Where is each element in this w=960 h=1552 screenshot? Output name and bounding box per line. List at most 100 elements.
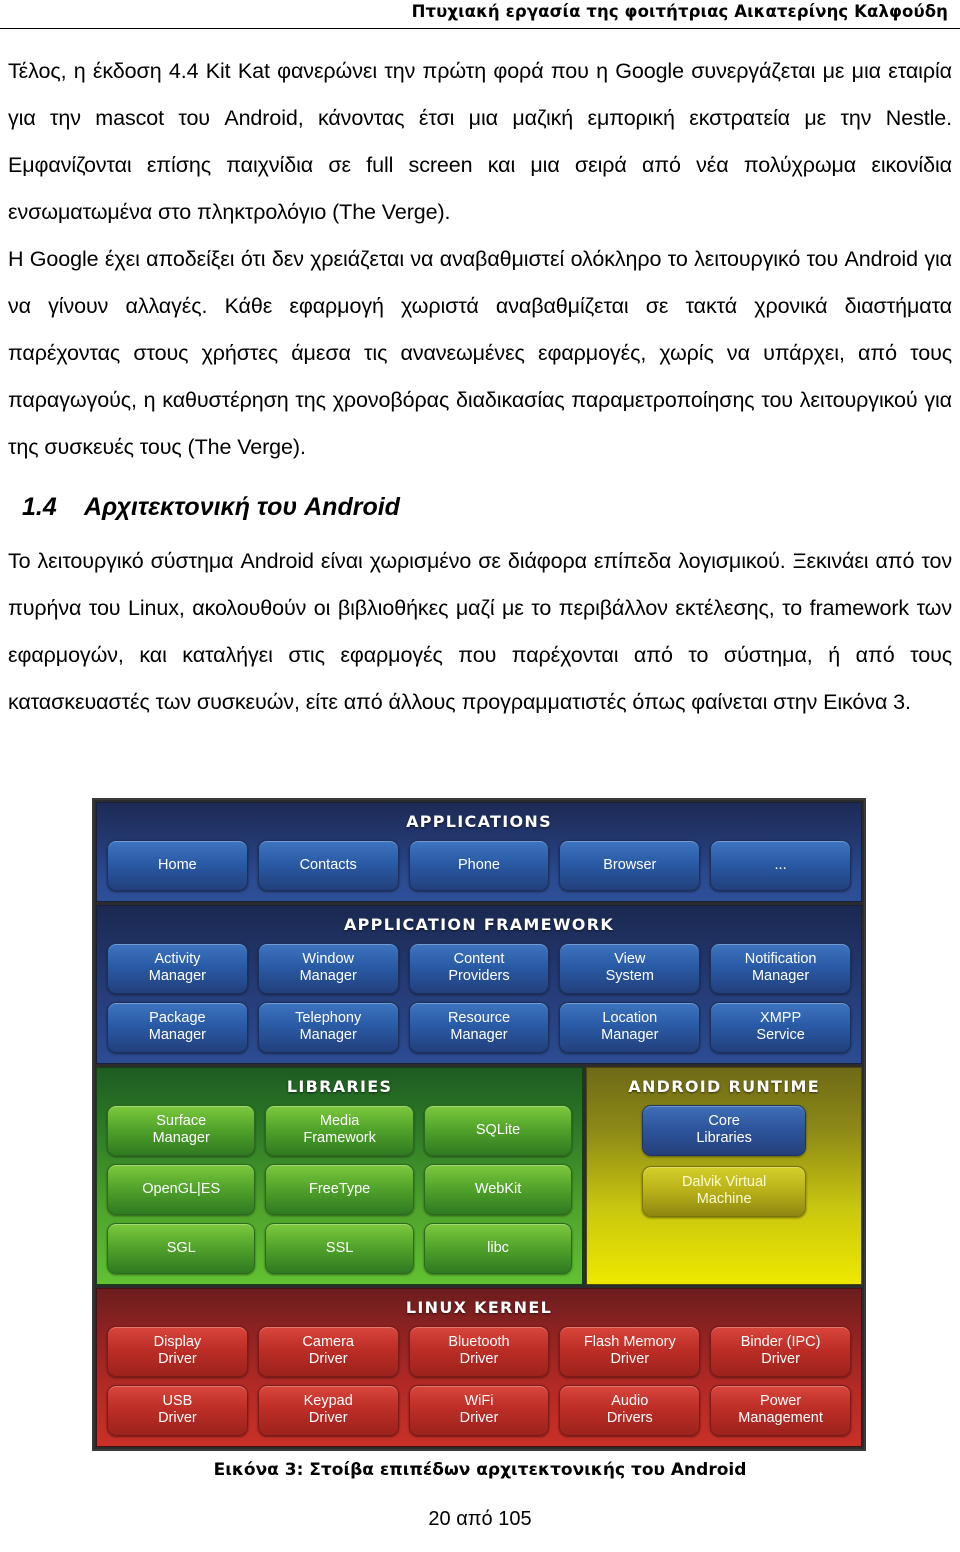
framework-resource-manager-line2: Manager bbox=[450, 1027, 508, 1043]
framework-resource-manager: Resource Manager bbox=[408, 1002, 550, 1053]
layer-title-applications: Applications bbox=[406, 812, 552, 831]
kernel-usb-driver-line1: USB bbox=[162, 1393, 193, 1409]
kernel-power-management-line1: Power bbox=[760, 1393, 802, 1409]
middle-band: Libraries Surface Manager Media Framewor… bbox=[96, 1067, 862, 1285]
page-footer: 20 από 105 bbox=[428, 1508, 532, 1530]
framework-window-manager-line2: Manager bbox=[299, 968, 357, 984]
body-content: Τέλος, η έκδοση 4.4 Kit Kat φανερώνει τη… bbox=[8, 48, 952, 726]
kernel-binder-ipc-driver-line1: Binder (IPC) bbox=[740, 1334, 821, 1350]
applications-row: Home Contacts Phone Browser ... bbox=[107, 840, 851, 891]
kernel-flash-memory-driver: Flash Memory Driver bbox=[559, 1326, 701, 1377]
kernel-power-management-line2: Management bbox=[738, 1410, 823, 1426]
running-header: Πτυχιακή εργασία της φοιτήτριας Αικατερί… bbox=[411, 2, 948, 21]
paragraph-google-updates: Η Google έχει αποδείξει ότι δεν χρειάζετ… bbox=[8, 247, 952, 459]
kernel-keypad-driver: Keypad Driver bbox=[257, 1385, 399, 1436]
kernel-binder-ipc-driver-line2: Driver bbox=[761, 1351, 800, 1367]
figure-caption: Εικόνα 3: Στοίβα επιπέδων αρχιτεκτονικής… bbox=[213, 1460, 747, 1480]
runtime-dalvik-vm-line2: Machine bbox=[696, 1191, 752, 1207]
kernel-power-management: Power Management bbox=[710, 1385, 851, 1436]
library-surface-manager-line2: Manager bbox=[152, 1130, 210, 1146]
app-more-label: ... bbox=[774, 856, 787, 873]
library-ssl: SSL bbox=[265, 1223, 414, 1274]
library-sqlite: SQLite bbox=[423, 1105, 573, 1156]
layer-title-linux-kernel: Linux Kernel bbox=[405, 1298, 553, 1317]
framework-window-manager: Window Manager bbox=[257, 943, 399, 994]
layer-application-framework: Application Framework Activity Manager W… bbox=[96, 905, 862, 1064]
kernel-keypad-driver-line2: Driver bbox=[308, 1410, 348, 1426]
app-contacts-label: Contacts bbox=[299, 856, 357, 873]
framework-location-manager-line2: Manager bbox=[601, 1027, 659, 1043]
framework-telephony-manager-line1: Telephony bbox=[295, 1010, 362, 1026]
library-webkit-label: WebKit bbox=[474, 1180, 522, 1197]
framework-xmpp-service-line1: XMPP bbox=[760, 1010, 802, 1026]
library-webkit: WebKit bbox=[423, 1164, 573, 1215]
framework-notification-manager-line2: Manager bbox=[751, 968, 810, 984]
section-title: Αρχιτεκτονική του Android bbox=[84, 493, 400, 521]
runtime-core-libraries: Core Libraries bbox=[642, 1105, 806, 1156]
layer-libraries: Libraries Surface Manager Media Framewor… bbox=[96, 1067, 584, 1285]
framework-telephony-manager: Telephony Manager bbox=[257, 1002, 399, 1053]
layer-title-libraries: Libraries bbox=[286, 1077, 393, 1096]
kernel-wifi-driver: WiFi Driver bbox=[408, 1385, 550, 1436]
framework-content-providers: Content Providers bbox=[408, 943, 550, 994]
library-media-framework: Media Framework bbox=[265, 1105, 414, 1156]
section-heading: 1.4 Αρχιτεκτονική του Android bbox=[22, 493, 952, 522]
framework-xmpp-service: XMPP Service bbox=[710, 1002, 851, 1053]
kernel-display-driver: Display Driver bbox=[107, 1326, 248, 1377]
kernel-camera-driver: Camera Driver bbox=[257, 1326, 399, 1377]
section-heading-wrapper: 1.4 Αρχιτεκτονική του Android bbox=[8, 471, 952, 538]
kernel-display-driver-line1: Display bbox=[153, 1334, 202, 1350]
app-more: ... bbox=[710, 840, 851, 891]
android-architecture-figure: Applications Home Contacts Phone Browser… bbox=[92, 798, 866, 1451]
app-browser: Browser bbox=[559, 840, 701, 891]
framework-package-manager-line2: Manager bbox=[148, 1027, 207, 1043]
framework-activity-manager: Activity Manager bbox=[107, 943, 248, 994]
library-media-framework-line2: Framework bbox=[303, 1130, 376, 1146]
kernel-audio-drivers-line2: Drivers bbox=[606, 1410, 653, 1426]
kernel-row-1: Display Driver Camera Driver Bluetooth D… bbox=[107, 1326, 851, 1377]
framework-row-1: Activity Manager Window Manager Content … bbox=[107, 943, 851, 994]
kernel-flash-memory-driver-line1: Flash Memory bbox=[583, 1334, 676, 1350]
kernel-usb-driver: USB Driver bbox=[107, 1385, 248, 1436]
paragraph-architecture: Το λειτουργικό σύστημα Android είναι χωρ… bbox=[8, 549, 952, 714]
framework-view-system-line2: System bbox=[605, 968, 654, 984]
framework-activity-manager-line1: Activity bbox=[154, 951, 201, 967]
layer-title-android-runtime: Android Runtime bbox=[628, 1077, 820, 1096]
app-home: Home bbox=[107, 840, 248, 891]
section-number: 1.4 bbox=[22, 493, 57, 521]
library-opengles-label: OpenGL|ES bbox=[142, 1180, 221, 1197]
runtime-dalvik-vm-line1: Dalvik Virtual bbox=[681, 1174, 767, 1190]
kernel-bluetooth-driver: Bluetooth Driver bbox=[408, 1326, 550, 1377]
kernel-audio-drivers: Audio Drivers bbox=[559, 1385, 701, 1436]
library-surface-manager: Surface Manager bbox=[107, 1105, 256, 1156]
library-libc-label: libc bbox=[487, 1239, 509, 1256]
libraries-row-2: OpenGL|ES FreeType WebKit bbox=[107, 1164, 573, 1215]
library-sgl: SGL bbox=[107, 1223, 256, 1274]
kernel-display-driver-line2: Driver bbox=[158, 1351, 197, 1367]
libraries-row-1: Surface Manager Media Framework SQLite bbox=[107, 1105, 573, 1156]
framework-activity-manager-line2: Manager bbox=[148, 968, 207, 984]
framework-window-manager-line1: Window bbox=[302, 951, 354, 967]
app-phone-label: Phone bbox=[458, 856, 500, 873]
framework-content-providers-line1: Content bbox=[453, 951, 505, 967]
kernel-audio-drivers-line1: Audio bbox=[611, 1393, 649, 1409]
kernel-wifi-driver-line2: Driver bbox=[459, 1410, 499, 1426]
layer-android-runtime: Android Runtime Core Libraries Dalvik Vi… bbox=[586, 1067, 862, 1285]
kernel-keypad-driver-line1: Keypad bbox=[303, 1393, 353, 1409]
app-contacts: Contacts bbox=[257, 840, 399, 891]
framework-location-manager: Location Manager bbox=[559, 1002, 701, 1053]
framework-view-system-line1: View bbox=[614, 951, 646, 967]
app-browser-label: Browser bbox=[603, 856, 657, 873]
framework-telephony-manager-line2: Manager bbox=[299, 1027, 357, 1043]
header-divider bbox=[0, 28, 960, 29]
libraries-row-3: SGL SSL libc bbox=[107, 1223, 573, 1274]
library-surface-manager-line1: Surface bbox=[156, 1113, 207, 1129]
kernel-bluetooth-driver-line2: Driver bbox=[459, 1351, 499, 1367]
framework-location-manager-line1: Location bbox=[602, 1010, 658, 1026]
framework-package-manager-line1: Package bbox=[149, 1010, 206, 1026]
framework-resource-manager-line1: Resource bbox=[447, 1010, 511, 1026]
runtime-dalvik-vm: Dalvik Virtual Machine bbox=[642, 1166, 806, 1217]
kernel-camera-driver-line2: Driver bbox=[308, 1351, 348, 1367]
framework-view-system: View System bbox=[559, 943, 701, 994]
framework-row-2: Package Manager Telephony Manager Resour… bbox=[107, 1002, 851, 1053]
